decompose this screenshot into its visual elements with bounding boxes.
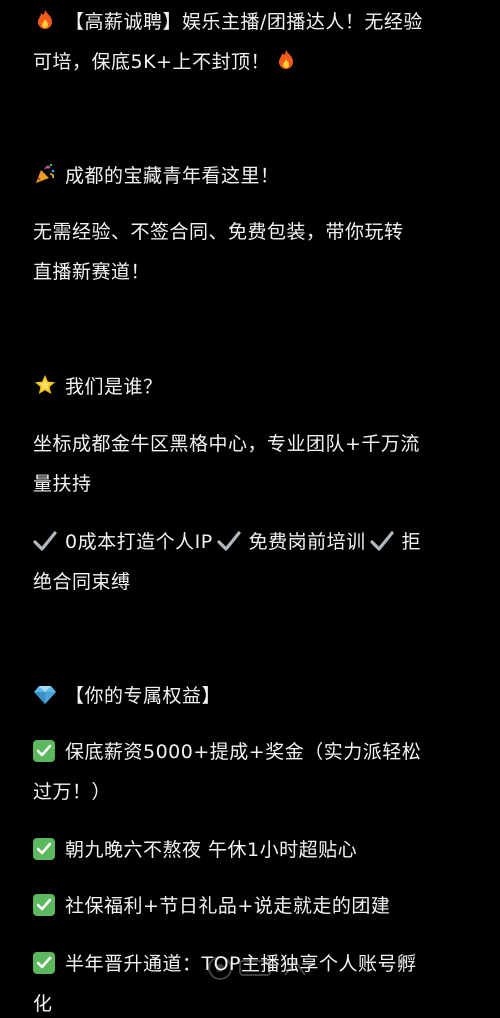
benefit-item-1-line-2: 过万！） — [33, 778, 473, 806]
check-box-icon — [33, 952, 55, 974]
section1-body-line-1: 无需经验、不签合同、免费包装，带你玩转 — [33, 218, 473, 246]
section2-heading-text: 我们是谁？ — [65, 376, 163, 398]
post-title-line-2: 可培，保底5K+上不封顶！ — [33, 48, 473, 76]
fire-icon — [38, 10, 52, 29]
gem-icon — [34, 686, 56, 704]
feature-1-text: 0成本打造个人IP — [65, 531, 213, 553]
section1-body-text-1: 无需经验、不签合同、免费包装，带你玩转 — [33, 221, 404, 243]
post-title-line-1: 【高薪诚聘】娱乐主播/团播达人！无经验 — [33, 8, 473, 36]
title-text-1: 【高薪诚聘】娱乐主播/团播达人！无经验 — [65, 11, 423, 33]
section1-heading-text: 成都的宝藏青年看这里！ — [65, 165, 280, 187]
star-icon — [35, 375, 55, 394]
benefit-3-text: 社保福利+节日礼品+说走就走的团建 — [65, 895, 391, 917]
watermark-logo-icon — [208, 956, 306, 980]
check-box-icon — [33, 740, 55, 762]
check-box-icon — [33, 838, 55, 860]
fire-icon — [278, 50, 293, 69]
benefit-item-4-line-2: 化 — [33, 990, 473, 1018]
section2-body-line-2: 量扶持 — [33, 470, 473, 498]
section1-body-text-2: 直播新赛道！ — [33, 261, 151, 283]
features-line-2: 绝合同束缚 — [33, 568, 473, 596]
section2-body-line-1: 坐标成都金牛区黑格中心，专业团队+千万流 — [33, 430, 473, 458]
section1-heading: 成都的宝藏青年看这里！ — [33, 162, 473, 190]
benefit-1-text-2: 过万！） — [33, 781, 112, 803]
feature-3-text-part2: 绝合同束缚 — [33, 571, 131, 593]
section2-body-text-1: 坐标成都金牛区黑格中心，专业团队+千万流 — [33, 433, 420, 455]
section3-heading-text: 【你的专属权益】 — [65, 685, 222, 707]
section2-body-text-2: 量扶持 — [33, 473, 92, 495]
benefit-item-2: 朝九晚六不熬夜 午休1小时超贴心 — [33, 836, 473, 864]
benefit-item-1-line-1: 保底薪资5000+提成+奖金（实力派轻松 — [33, 738, 473, 766]
benefit-item-3: 社保福利+节日礼品+说走就走的团建 — [33, 892, 473, 920]
section2-heading: 我们是谁？ — [33, 373, 473, 401]
title-text-2: 可培，保底5K+上不封顶！ — [33, 51, 270, 73]
benefit-2-text: 朝九晚六不熬夜 午休1小时超贴心 — [65, 839, 358, 861]
benefit-4-text-2: 化 — [33, 993, 53, 1015]
check-box-icon — [33, 894, 55, 916]
features-line-1: 0成本打造个人IP 免费岗前培训 拒 — [33, 528, 473, 556]
section3-heading: 【你的专属权益】 — [33, 682, 473, 710]
check-mark-icon — [33, 531, 57, 551]
section1-body-line-2: 直播新赛道！ — [33, 258, 473, 286]
check-mark-icon — [217, 531, 241, 551]
party-popper-icon — [36, 163, 55, 183]
benefit-1-text-1: 保底薪资5000+提成+奖金（实力派轻松 — [65, 741, 422, 763]
feature-2-text: 免费岗前培训 — [248, 531, 366, 553]
feature-3-text-part1: 拒 — [401, 531, 422, 553]
check-mark-icon — [370, 531, 394, 551]
